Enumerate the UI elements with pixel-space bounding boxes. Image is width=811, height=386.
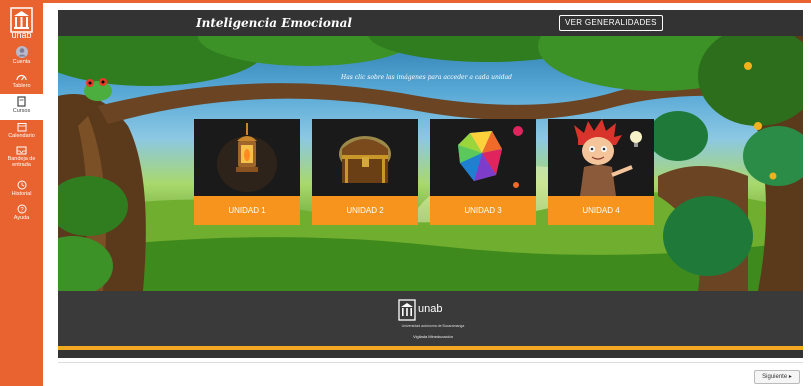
unit-card-1[interactable]: UNIDAD 1 [194, 119, 300, 225]
instruction-text: Has clic sobre las imágenes para acceder… [341, 74, 513, 81]
siguiente-button[interactable]: Siguiente ▸ [754, 370, 800, 384]
unab-building-icon [398, 299, 416, 321]
global-nav: unab Cuenta Tablero Cursos Calendario Ba… [0, 0, 43, 386]
unit-2-button[interactable]: UNIDAD 2 [312, 196, 418, 225]
nav-label-ayuda: Ayuda [13, 215, 30, 221]
unit-card-3[interactable]: UNIDAD 3 [430, 119, 536, 225]
unab-footer-logo: unab Universidad autónoma de Bucaramanga… [398, 299, 468, 341]
unit-3-image[interactable] [430, 119, 536, 196]
lamp-icon [217, 123, 277, 192]
course-footer: unab Universidad autónoma de Bucaramanga… [58, 291, 803, 346]
unit-1-image[interactable] [194, 119, 300, 196]
nav-item-historial[interactable]: Historial [0, 180, 43, 200]
nav-item-calendario[interactable]: Calendario [0, 122, 43, 142]
footer-accent-line [58, 346, 803, 350]
nav-item-tablero[interactable]: Tablero [0, 72, 43, 92]
unab-logo-text: unab [11, 30, 32, 40]
nav-label-bandeja: Bandeja de entrada [7, 156, 36, 168]
nav-item-ayuda[interactable]: ? Ayuda [0, 204, 43, 224]
user-avatar-icon [15, 46, 28, 58]
footer-logo-name: unab [418, 303, 443, 315]
unit-4-image[interactable] [548, 119, 654, 196]
unit-2-image[interactable] [312, 119, 418, 196]
course-title: Inteligencia Emocional [196, 16, 352, 30]
course-topbar: Inteligencia Emocional VER GENERALIDADES [58, 10, 803, 36]
clock-icon [17, 180, 26, 190]
nav-label-tablero: Tablero [12, 83, 31, 89]
unit-card-2[interactable]: UNIDAD 2 [312, 119, 418, 225]
footer-logo-subtitle: Universidad autónoma de Bucaramanga [401, 324, 465, 328]
ver-generalidades-button[interactable]: VER GENERALIDADES [559, 15, 663, 31]
footer-vigilada: Vigilada Mineducación [413, 334, 453, 339]
dashboard-icon [16, 74, 27, 81]
nav-label-cursos: Cursos [12, 108, 31, 114]
book-icon [17, 96, 26, 107]
content-area: Inteligencia Emocional VER GENERALIDADES [43, 3, 811, 386]
inbox-icon [16, 146, 27, 155]
unit-1-button[interactable]: UNIDAD 1 [194, 196, 300, 225]
nav-item-cursos[interactable]: Cursos [0, 94, 43, 120]
nav-item-bandeja[interactable]: Bandeja de entrada [0, 146, 43, 176]
jungle-scene: Has clic sobre las imágenes para acceder… [58, 36, 803, 291]
unit-3-button[interactable]: UNIDAD 3 [430, 196, 536, 225]
unit-4-button[interactable]: UNIDAD 4 [548, 196, 654, 225]
calendar-icon [17, 123, 26, 132]
help-icon: ? [17, 204, 26, 214]
nav-item-cuenta[interactable]: Cuenta [0, 46, 43, 68]
page-divider [58, 362, 803, 363]
idea-character-icon [574, 119, 642, 196]
unit-card-4[interactable]: UNIDAD 4 [548, 119, 654, 225]
nav-label-historial: Historial [11, 191, 32, 197]
course-banner: Inteligencia Emocional VER GENERALIDADES [58, 10, 803, 358]
nav-label-cuenta: Cuenta [12, 59, 31, 65]
treasure-chest-icon [339, 136, 391, 183]
nav-label-calendario: Calendario [8, 133, 35, 139]
polyhedron-icon [458, 126, 523, 188]
